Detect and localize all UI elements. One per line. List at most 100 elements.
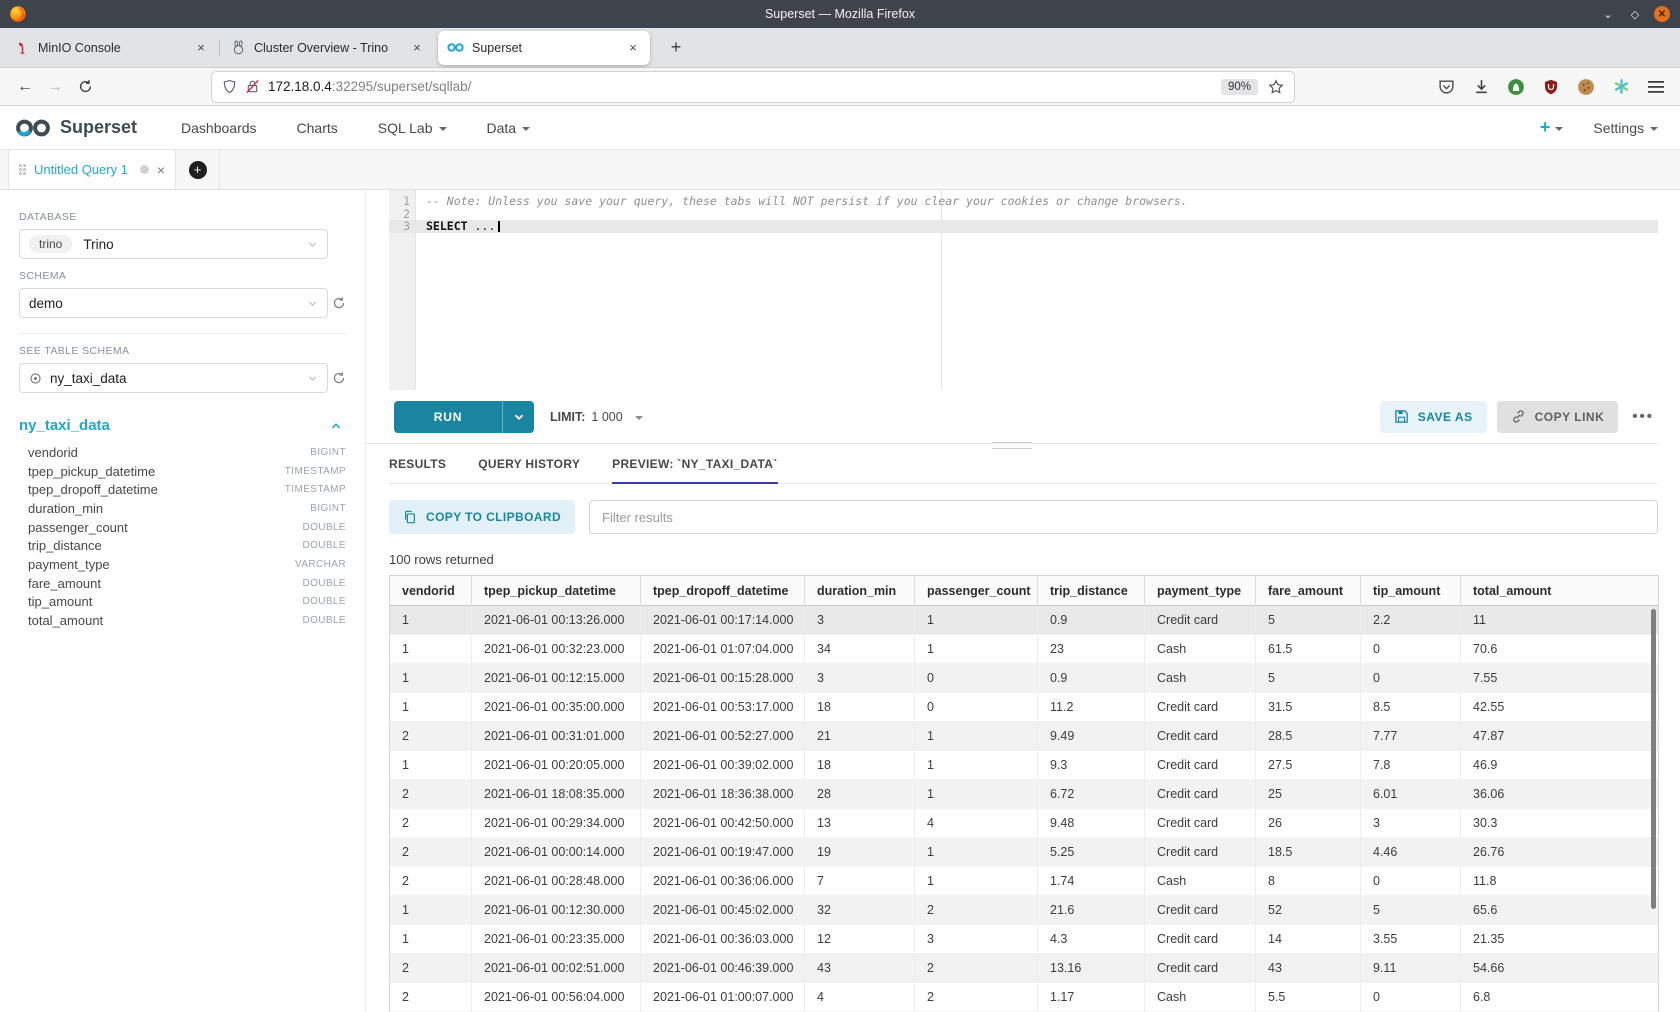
sql-editor[interactable]: 1 -- Note: Unless you save your query, t… <box>366 190 1658 390</box>
column-header[interactable]: total_amount <box>1461 576 1659 606</box>
table-cell: 1 <box>915 838 1038 867</box>
insecure-lock-icon[interactable] <box>245 79 260 94</box>
table-cell: 1 <box>390 635 472 664</box>
nav-item-charts[interactable]: Charts <box>297 120 338 136</box>
downloads-icon[interactable] <box>1471 77 1491 97</box>
results-tab-preview[interactable]: PREVIEW: `NY_TAXI_DATA` <box>612 444 777 483</box>
maximize-icon[interactable]: ◇ <box>1627 6 1643 22</box>
minimize-icon[interactable]: ⌄ <box>1600 6 1616 22</box>
results-tab-query-history[interactable]: QUERY HISTORY <box>478 444 580 483</box>
chevron-down-icon <box>307 239 318 250</box>
settings-menu[interactable]: Settings <box>1593 120 1658 136</box>
tab-title: Superset <box>472 41 617 55</box>
column-name: payment_type <box>28 557 110 572</box>
table-cell: 61.5 <box>1256 635 1361 664</box>
database-select[interactable]: trino Trino <box>19 229 328 259</box>
nav-item-dashboards[interactable]: Dashboards <box>181 120 257 136</box>
tab-close-icon[interactable]: × <box>193 40 209 55</box>
column-header[interactable]: trip_distance <box>1038 576 1145 606</box>
table-cell: 28.5 <box>1256 722 1361 751</box>
browser-tab[interactable]: Cluster Overview - Trino × <box>222 33 434 63</box>
collapse-table-icon[interactable] <box>330 420 342 432</box>
window-close-icon[interactable]: ✕ <box>1654 6 1670 22</box>
run-query-button[interactable]: RUN <box>394 401 534 433</box>
column-header[interactable]: tpep_dropoff_datetime <box>641 576 805 606</box>
results-table: vendoridtpep_pickup_datetimetpep_dropoff… <box>389 575 1659 1012</box>
extension-asterisk-icon[interactable] <box>1611 77 1631 97</box>
table-cell: Cash <box>1145 867 1256 896</box>
schema-column-row: fare_amount DOUBLE <box>19 574 346 593</box>
add-new-button[interactable]: + <box>1540 117 1564 138</box>
column-header[interactable]: tip_amount <box>1361 576 1461 606</box>
table-cell: 1 <box>390 606 472 635</box>
table-cell: 1 <box>915 635 1038 664</box>
ublock-icon[interactable] <box>1541 77 1561 97</box>
table-cell: 2021-06-01 18:08:35.000 <box>472 780 641 809</box>
column-header[interactable]: tpep_pickup_datetime <box>472 576 641 606</box>
table-name-link[interactable]: ny_taxi_data <box>19 417 110 434</box>
pocket-icon[interactable] <box>1436 77 1456 97</box>
limit-dropdown[interactable]: LIMIT: 1 000 <box>550 410 643 424</box>
browser-tab[interactable]: MinIO Console × <box>6 33 218 63</box>
add-query-tab-button[interactable]: + <box>176 150 220 189</box>
reload-button[interactable] <box>70 73 100 101</box>
run-options-chevron-icon[interactable] <box>502 401 534 433</box>
column-header[interactable]: vendorid <box>390 576 472 606</box>
filter-results-input[interactable] <box>589 500 1658 534</box>
table-cell: 2021-06-01 00:13:26.000 <box>472 606 641 635</box>
table-cell: 2.2 <box>1361 606 1461 635</box>
superset-logo[interactable]: Superset <box>14 117 137 139</box>
copy-to-clipboard-button[interactable]: COPY TO CLIPBOARD <box>389 500 575 534</box>
query-tab[interactable]: Untitled Query 1 × <box>8 150 176 189</box>
refresh-schemas-icon[interactable] <box>332 296 346 310</box>
table-cell: 3 <box>1361 809 1461 838</box>
pane-resize-handle[interactable] <box>992 442 1032 454</box>
eye-icon <box>29 372 42 385</box>
cookie-icon[interactable] <box>1576 77 1596 97</box>
table-cell: 2 <box>390 954 472 983</box>
copy-link-button[interactable]: COPY LINK <box>1497 401 1619 433</box>
privacy-badger-icon[interactable] <box>1506 77 1526 97</box>
table-cell: 0 <box>1361 983 1461 1012</box>
query-tab-strip: Untitled Query 1 × + <box>0 150 1680 190</box>
new-tab-button[interactable]: + <box>662 37 690 58</box>
column-header[interactable]: fare_amount <box>1256 576 1361 606</box>
zoom-level-badge[interactable]: 90% <box>1221 79 1258 95</box>
column-header[interactable]: payment_type <box>1145 576 1256 606</box>
shield-icon[interactable] <box>222 79 237 94</box>
url-bar[interactable]: 172.18.0.4:32295/superset/sqllab/ 90% <box>212 72 1294 102</box>
tab-close-icon[interactable]: × <box>625 40 641 55</box>
table-cell: 18 <box>805 693 915 722</box>
table-row: 22021-06-01 00:31:01.0002021-06-01 00:52… <box>390 722 1659 751</box>
bookmark-star-icon[interactable] <box>1268 79 1284 95</box>
table-row: 12021-06-01 00:23:35.0002021-06-01 00:36… <box>390 925 1659 954</box>
results-tab-results[interactable]: RESULTS <box>389 444 446 483</box>
menu-hamburger-icon[interactable] <box>1646 77 1666 97</box>
table-scrollbar[interactable] <box>1651 609 1656 909</box>
table-row: 22021-06-01 00:02:51.0002021-06-01 00:46… <box>390 954 1659 983</box>
limit-value: 1 000 <box>591 410 622 424</box>
table-schema-select[interactable]: ny_taxi_data <box>19 363 328 393</box>
column-header[interactable]: duration_min <box>805 576 915 606</box>
schema-column-row: passenger_count DOUBLE <box>19 518 346 537</box>
sqllab-left-panel: DATABASE trino Trino SCHEMA demo SEE TAB… <box>0 190 366 1012</box>
results-pane: RESULTS QUERY HISTORY PREVIEW: `NY_TAXI_DA… <box>366 444 1658 1012</box>
query-tab-close-icon[interactable]: × <box>157 162 165 178</box>
table-cell: 2021-06-01 00:28:48.000 <box>472 867 641 896</box>
forward-button[interactable]: → <box>40 73 70 101</box>
url-text[interactable]: 172.18.0.4:32295/superset/sqllab/ <box>268 79 471 94</box>
table-cell: 7.8 <box>1361 751 1461 780</box>
drag-grip-icon[interactable] <box>19 164 26 175</box>
table-cell: 2021-06-01 00:32:23.000 <box>472 635 641 664</box>
tab-close-icon[interactable]: × <box>409 40 425 55</box>
schema-select[interactable]: demo <box>19 288 328 318</box>
save-as-button[interactable]: SAVE AS <box>1380 401 1487 433</box>
refresh-tables-icon[interactable] <box>332 371 346 385</box>
nav-item-data[interactable]: Data <box>487 120 531 136</box>
column-header[interactable]: passenger_count <box>915 576 1038 606</box>
browser-toolbar: ← → 172.18.0.4:32295/superset/sqllab/ 90… <box>0 68 1680 106</box>
more-options-icon[interactable]: ••• <box>1628 408 1658 425</box>
back-button[interactable]: ← <box>10 73 40 101</box>
browser-tab[interactable]: Superset × <box>438 31 650 65</box>
nav-item-sql-lab[interactable]: SQL Lab <box>378 120 447 136</box>
